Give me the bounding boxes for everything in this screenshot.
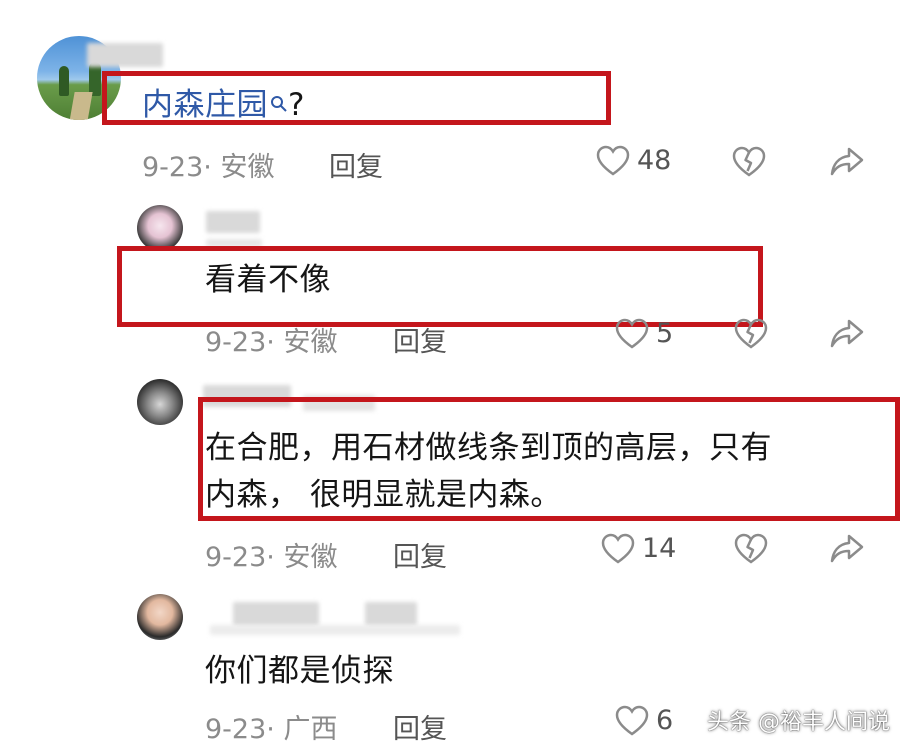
username-blurred xyxy=(206,211,260,233)
heart-icon[interactable] xyxy=(601,533,635,565)
comment-date-location: 9-23· 广西 xyxy=(205,714,338,745)
reply-button[interactable]: 回复 xyxy=(393,707,447,746)
share-icon[interactable] xyxy=(829,146,865,178)
reply-button[interactable]: 回复 xyxy=(393,535,447,574)
heart-icon[interactable] xyxy=(615,705,649,737)
username-blurred xyxy=(233,602,319,626)
comment-text: 你们都是侦探 xyxy=(205,653,394,689)
like-count: 14 xyxy=(642,533,677,564)
avatar[interactable] xyxy=(137,205,183,251)
avatar-tree xyxy=(59,66,69,96)
comment-date-location: 9-23· 安徽 xyxy=(142,152,275,183)
avatar-path xyxy=(69,92,93,120)
reply-button[interactable]: 回复 xyxy=(393,320,447,359)
like-count: 5 xyxy=(656,318,674,349)
heart-icon[interactable] xyxy=(596,145,630,177)
broken-heart-icon[interactable] xyxy=(734,318,768,350)
avatar[interactable] xyxy=(137,379,183,425)
avatar[interactable] xyxy=(137,594,183,640)
comment-date-location: 9-23· 安徽 xyxy=(205,542,338,573)
username-blurred xyxy=(87,43,163,67)
avatar-tree xyxy=(89,62,101,96)
like-count: 48 xyxy=(637,145,672,176)
broken-heart-icon[interactable] xyxy=(734,533,768,565)
share-icon[interactable] xyxy=(829,318,865,350)
share-icon[interactable] xyxy=(829,533,865,565)
username-blurred xyxy=(210,625,460,635)
comment-date-location: 9-23· 安徽 xyxy=(205,327,338,358)
broken-heart-icon[interactable] xyxy=(732,146,766,178)
highlight-box xyxy=(198,397,900,521)
like-count: 6 xyxy=(656,705,674,736)
heart-icon[interactable] xyxy=(615,318,649,350)
highlight-box xyxy=(117,246,763,327)
username-blurred xyxy=(365,602,417,626)
watermark: 头条 @裕丰人间说 xyxy=(707,710,890,735)
reply-button[interactable]: 回复 xyxy=(329,145,383,184)
highlight-box xyxy=(102,71,611,125)
